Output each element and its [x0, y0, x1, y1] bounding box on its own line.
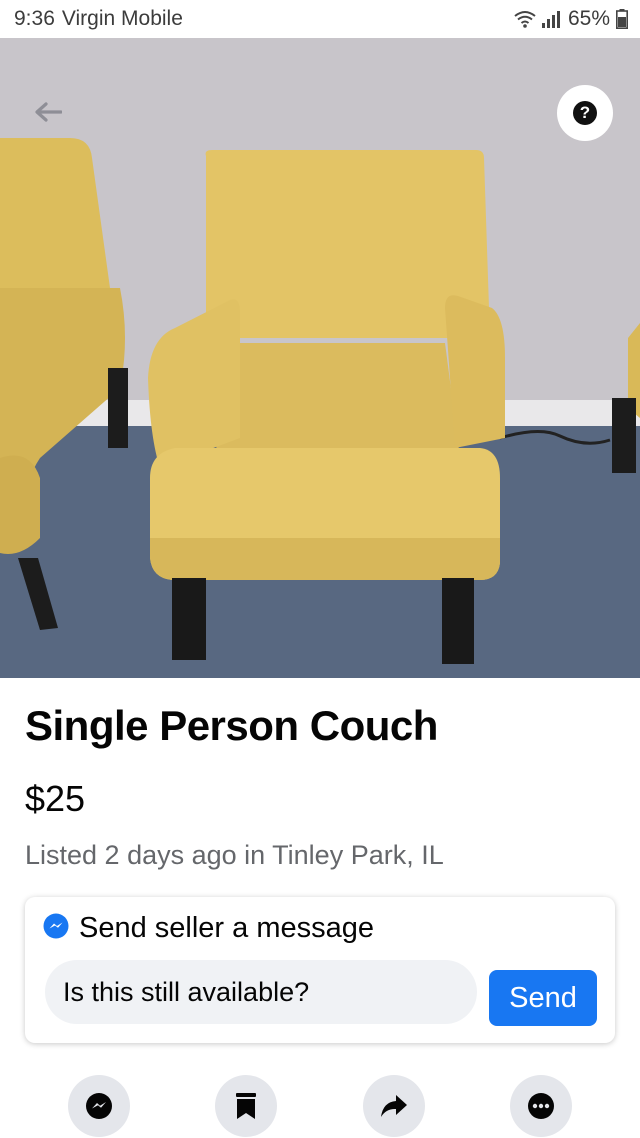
bookmark-icon	[235, 1092, 257, 1120]
status-bar: 9:36 Virgin Mobile 65%	[0, 0, 640, 38]
send-button[interactable]: Send	[489, 970, 597, 1026]
messenger-icon	[43, 913, 69, 944]
message-input[interactable]: Is this still available?	[45, 960, 477, 1024]
share-icon	[380, 1093, 408, 1119]
back-button[interactable]	[28, 96, 68, 132]
listing-photo[interactable]: ?	[0, 38, 640, 678]
status-carrier: Virgin Mobile	[61, 7, 183, 30]
status-right: 65%	[514, 7, 628, 31]
battery-icon	[616, 9, 628, 29]
messenger-icon	[85, 1092, 113, 1120]
status-left: 9:36 Virgin Mobile	[14, 7, 183, 31]
save-action-button[interactable]	[215, 1075, 277, 1137]
listing-title: Single Person Couch	[25, 702, 438, 749]
message-header: Send seller a message	[43, 912, 374, 945]
more-icon	[527, 1092, 555, 1120]
marketplace-listing-page: 9:36 Virgin Mobile 65% ? Single Person C…	[0, 0, 640, 1138]
message-seller-card: Send seller a message Is this still avai…	[25, 897, 615, 1043]
battery-percent: 65%	[567, 7, 610, 30]
wifi-icon	[514, 10, 536, 28]
listing-meta: Listed 2 days ago in Tinley Park, IL	[25, 840, 444, 870]
listing-price: $25	[25, 778, 86, 819]
message-header-label: Send seller a message	[79, 912, 374, 944]
signal-icon	[541, 10, 562, 28]
more-action-button[interactable]	[510, 1075, 572, 1137]
help-icon: ?	[573, 101, 597, 125]
share-action-button[interactable]	[363, 1075, 425, 1137]
message-action-button[interactable]	[68, 1075, 130, 1137]
chair-photo-illustration	[0, 38, 640, 678]
status-time: 9:36	[14, 7, 55, 30]
back-arrow-icon	[34, 101, 63, 127]
help-button[interactable]: ?	[557, 85, 613, 141]
